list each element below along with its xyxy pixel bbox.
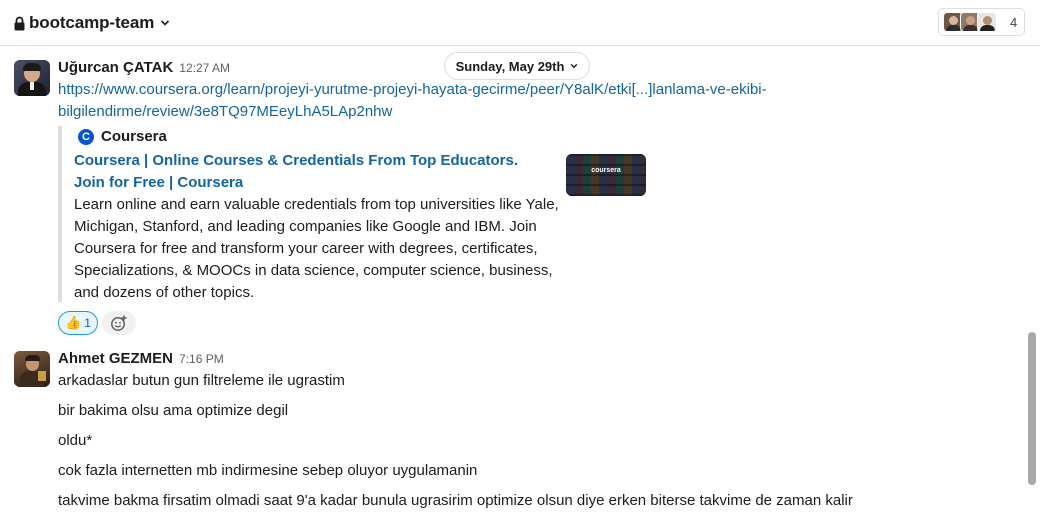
thumbnail-label: coursera — [591, 167, 621, 174]
reaction-count: 1 — [84, 316, 91, 330]
link-unfurl: C Coursera Coursera | Online Courses & C… — [58, 126, 658, 302]
message-text: cok fazla internetten mb indirmesine seb… — [58, 462, 478, 479]
avatar[interactable] — [14, 60, 50, 96]
message-text: takvime bakma firsatim olmadi saat 9'a k… — [58, 492, 853, 509]
lock-icon — [14, 16, 25, 30]
thumbs-up-icon: 👍 — [65, 315, 82, 330]
message-text: arkadaslar butun gun filtreleme ile ugra… — [58, 372, 345, 389]
message-text: bir bakima olsu ama optimize degil — [58, 402, 289, 419]
message-link[interactable]: https://www.coursera.org/learn/projeyi-y… — [58, 79, 767, 123]
message-text: oldu* — [58, 432, 93, 449]
chevron-down-icon — [571, 63, 578, 69]
sender-name[interactable]: Uğurcan ÇATAK — [58, 59, 173, 76]
member-avatar — [977, 12, 997, 32]
unfurl-title-link[interactable]: Coursera | Online Courses & Credentials … — [74, 150, 549, 194]
add-reaction-button[interactable] — [102, 311, 136, 335]
scrollbar-thumb[interactable] — [1028, 332, 1036, 485]
unfurl-site-name: Coursera — [101, 128, 167, 145]
unfurl-site: C Coursera — [78, 128, 167, 145]
add-emoji-icon — [111, 315, 127, 331]
sender-name[interactable]: Ahmet GEZMEN — [58, 350, 173, 367]
unfurl-thumbnail[interactable]: coursera — [566, 154, 646, 196]
link-line[interactable]: bilgilendirme/review/3e8TQ97MEeyLhA5LAp2… — [58, 101, 767, 123]
chevron-down-icon — [161, 20, 170, 26]
unfurl-description: Learn online and earn valuable credentia… — [74, 196, 559, 301]
member-count: 4 — [1010, 14, 1018, 30]
date-label: Sunday, May 29th — [455, 58, 565, 74]
message-sender[interactable]: Ahmet GEZMEN 7:16 PM — [58, 350, 224, 367]
message-sender[interactable]: Uğurcan ÇATAK 12:27 AM — [58, 59, 230, 76]
members-button[interactable]: 4 — [938, 8, 1025, 36]
link-line[interactable]: https://www.coursera.org/learn/projeyi-y… — [58, 79, 767, 101]
coursera-logo-icon: C — [78, 128, 94, 145]
message-timestamp[interactable]: 12:27 AM — [179, 61, 230, 75]
date-divider-button[interactable]: Sunday, May 29th — [444, 52, 590, 80]
channel-header: bootcamp-team 4 — [0, 0, 1040, 46]
message-timestamp[interactable]: 7:16 PM — [179, 352, 224, 366]
reaction-thumbs-up[interactable]: 👍 1 — [58, 311, 98, 335]
channel-name-button[interactable]: bootcamp-team — [14, 12, 170, 34]
channel-title: bootcamp-team — [29, 13, 155, 32]
avatar[interactable] — [14, 351, 50, 387]
